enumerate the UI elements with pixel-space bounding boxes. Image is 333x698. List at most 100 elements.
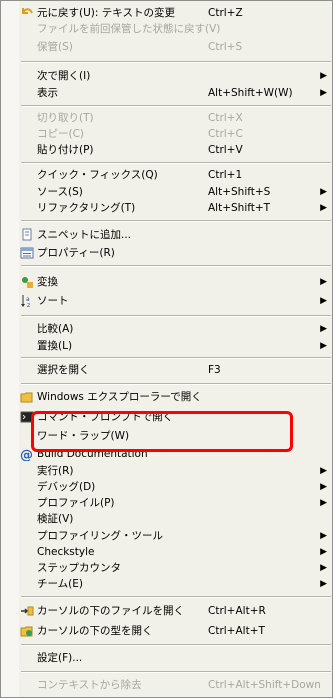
menu-item-run[interactable]: 実行(R) ▶ xyxy=(1,463,332,479)
menu-item-label: 検証(V) xyxy=(37,513,74,525)
menu-item-add-snippet[interactable]: スニペットに追加... xyxy=(1,227,332,243)
menu-item-quick-fix[interactable]: クイック・フィックス(Q) Ctrl+1 xyxy=(1,167,332,183)
undo-icon xyxy=(22,8,33,14)
menu-item-label: 次で開く(I) xyxy=(37,70,91,82)
properties-icon xyxy=(20,247,34,259)
menu-item-properties[interactable]: プロパティー(R) xyxy=(1,245,332,261)
menu-item-compare[interactable]: 比較(A) ▶ xyxy=(1,321,332,337)
menu-item-label: 実行(R) xyxy=(37,465,74,477)
menu-item-label: 設定(F)... xyxy=(37,652,83,664)
menu-item-replace[interactable]: 置換(L) ▶ xyxy=(1,338,332,354)
menu-item-settings[interactable]: 設定(F)... xyxy=(1,650,332,666)
snippet-icon xyxy=(22,228,32,241)
menu-item-profiling-tools[interactable]: プロファイリング・ツール ▶ xyxy=(1,528,332,544)
svg-text:@: @ xyxy=(20,448,33,461)
menu-item-label: 比較(A) xyxy=(37,323,74,335)
menu-item-label: 変換 xyxy=(37,276,58,288)
menu-item-label: 置換(L) xyxy=(37,340,73,352)
menu-item-shortcut: Alt+Shift+T xyxy=(208,202,271,214)
menu-item-cut[interactable]: 切り取り(T) Ctrl+X xyxy=(1,110,332,126)
menu-item-label: コピー(C) xyxy=(37,128,85,140)
menu-item-open-with[interactable]: 次で開く(I) ▶ xyxy=(1,68,332,84)
menu-item-save[interactable]: 保管(S) Ctrl+S xyxy=(1,39,332,55)
menu-item-refactor[interactable]: リファクタリング(T) Alt+Shift+T ▶ xyxy=(1,200,332,216)
menu-item-open-selection[interactable]: 選択を開く F3 xyxy=(1,362,332,378)
menu-separator xyxy=(21,644,331,646)
menu-item-shortcut: Ctrl+1 xyxy=(208,169,243,181)
menu-item-debug[interactable]: デバッグ(D) ▶ xyxy=(1,479,332,495)
menu-separator xyxy=(21,357,331,359)
menu-item-label: クイック・フィックス(Q) xyxy=(37,169,158,181)
context-menu: 元に戻す(U): テキストの変更 Ctrl+Z ファイルを前回保管した状態に戻す… xyxy=(0,0,333,698)
menu-item-label: Checkstyle xyxy=(37,546,95,558)
menu-item-shortcut: Ctrl+Alt+R xyxy=(208,605,266,617)
menu-separator xyxy=(21,671,331,673)
menu-item-shortcut: Ctrl+Alt+Shift+Down xyxy=(208,679,321,691)
submenu-arrow-icon: ▶ xyxy=(320,71,327,81)
menu-item-label: 元に戻す(U): テキストの変更 xyxy=(37,7,175,19)
menu-item-shortcut: Ctrl+Alt+T xyxy=(208,625,265,637)
menu-item-label: チーム(E) xyxy=(37,578,84,590)
menu-item-label: ソース(S) xyxy=(37,186,83,198)
submenu-arrow-icon: ▶ xyxy=(320,203,327,213)
submenu-arrow-icon: ▶ xyxy=(320,466,327,476)
menu-item-label: 表示 xyxy=(37,87,58,99)
menu-item-label: プロパティー(R) xyxy=(37,247,115,259)
menu-item-convert[interactable]: 変換 ▶ xyxy=(1,274,332,290)
menu-item-show-in[interactable]: 表示 Alt+Shift+W(W) ▶ xyxy=(1,85,332,101)
menu-item-shortcut: Ctrl+V xyxy=(208,144,243,156)
menu-item-open-file-under-cursor[interactable]: カーソルの下のファイルを開く Ctrl+Alt+R xyxy=(1,603,332,619)
menu-item-open-explorer[interactable]: Windows エクスプローラーで開く xyxy=(1,389,332,405)
menu-item-label: ソート xyxy=(37,295,69,307)
menu-item-shortcut: Ctrl+S xyxy=(208,41,243,53)
menu-item-label: ファイルを前回保管した状態に戻す(V) xyxy=(37,23,221,35)
open-type-icon xyxy=(20,626,33,637)
menu-item-open-type-under-cursor[interactable]: カーソルの下の型を開く Ctrl+Alt+T xyxy=(1,623,332,639)
menu-item-undo[interactable]: 元に戻す(U): テキストの変更 Ctrl+Z xyxy=(1,5,332,21)
menu-item-label: プロファイル(P) xyxy=(37,497,115,509)
menu-item-shortcut: Ctrl+Z xyxy=(208,7,243,19)
menu-item-label: ステップカウンタ xyxy=(37,562,121,574)
submenu-arrow-icon: ▶ xyxy=(320,187,327,197)
menu-separator xyxy=(21,596,331,598)
menu-item-profile[interactable]: プロファイル(P) ▶ xyxy=(1,495,332,511)
menu-item-step-counter[interactable]: ステップカウンタ ▶ xyxy=(1,560,332,576)
menu-item-source[interactable]: ソース(S) Alt+Shift+S ▶ xyxy=(1,184,332,200)
menu-item-copy[interactable]: コピー(C) Ctrl+C xyxy=(1,126,332,142)
submenu-arrow-icon: ▶ xyxy=(320,498,327,508)
submenu-arrow-icon: ▶ xyxy=(320,547,327,557)
menu-item-team[interactable]: チーム(E) ▶ xyxy=(1,576,332,592)
menu-item-label: プロファイリング・ツール xyxy=(37,530,163,542)
submenu-arrow-icon: ▶ xyxy=(320,88,327,98)
submenu-arrow-icon: ▶ xyxy=(320,563,327,573)
menu-item-sort[interactable]: a z ソート ▶ xyxy=(1,293,332,309)
highlight-box xyxy=(31,411,293,452)
menu-item-label: 貼り付け(P) xyxy=(37,144,94,156)
menu-item-label: カーソルの下の型を開く xyxy=(37,625,153,637)
folder-icon xyxy=(20,392,33,403)
menu-separator xyxy=(21,265,331,267)
menu-separator xyxy=(21,315,331,317)
menu-item-checkstyle[interactable]: Checkstyle ▶ xyxy=(1,544,332,560)
menu-item-shortcut: Ctrl+C xyxy=(208,128,243,140)
menu-item-validate[interactable]: 検証(V) xyxy=(1,511,332,527)
sort-icon: a z xyxy=(21,295,30,308)
menu-item-label: 切り取り(T) xyxy=(37,112,94,124)
menu-item-remove-context[interactable]: コンテキストから除去 Ctrl+Alt+Shift+Down xyxy=(1,677,332,693)
convert-icon xyxy=(22,277,33,288)
menu-item-shortcut: Alt+Shift+S xyxy=(208,186,271,198)
menu-separator xyxy=(21,383,331,385)
menu-item-label: Windows エクスプローラーで開く xyxy=(37,391,202,403)
menu-item-label: 保管(S) xyxy=(37,41,73,53)
menu-item-label: スニペットに追加... xyxy=(37,229,132,241)
menu-item-paste[interactable]: 貼り付け(P) Ctrl+V xyxy=(1,142,332,158)
menu-item-label: リファクタリング(T) xyxy=(37,202,136,214)
submenu-arrow-icon: ▶ xyxy=(320,531,327,541)
submenu-arrow-icon: ▶ xyxy=(320,296,327,306)
submenu-arrow-icon: ▶ xyxy=(320,341,327,351)
menu-separator xyxy=(21,162,331,164)
menu-item-shortcut: F3 xyxy=(208,364,221,376)
menu-item-revert[interactable]: ファイルを前回保管した状態に戻す(V) xyxy=(1,21,332,37)
menu-separator xyxy=(21,61,331,63)
menu-item-label: 選択を開く xyxy=(37,364,90,376)
